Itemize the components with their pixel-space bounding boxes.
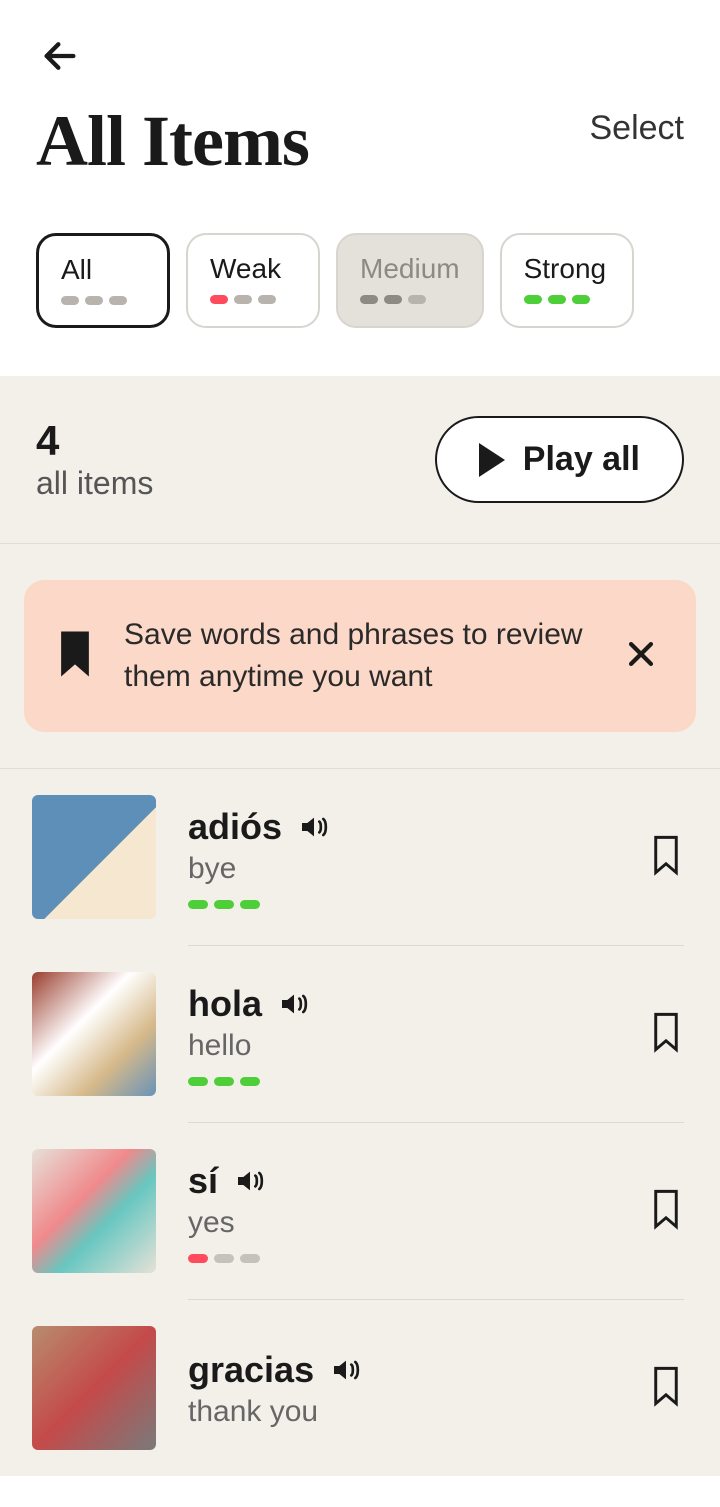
filter-all[interactable]: All <box>36 233 170 328</box>
play-all-label: Play all <box>523 440 640 479</box>
list-item[interactable]: adiós bye <box>0 769 720 945</box>
play-all-button[interactable]: Play all <box>435 416 684 503</box>
item-translation: yes <box>188 1206 616 1240</box>
filter-label: Medium <box>360 253 460 285</box>
strength-indicator <box>210 295 296 304</box>
item-image <box>32 795 156 919</box>
bookmark-icon <box>648 1010 684 1054</box>
bookmark-icon <box>648 833 684 877</box>
audio-button[interactable] <box>330 1354 362 1386</box>
audio-button[interactable] <box>278 988 310 1020</box>
bookmark-icon <box>648 1364 684 1408</box>
filter-label: Strong <box>524 253 610 285</box>
filter-medium[interactable]: Medium <box>336 233 484 328</box>
bookmark-filled-icon <box>54 628 96 685</box>
item-translation: thank you <box>188 1395 616 1429</box>
speaker-icon <box>234 1165 266 1197</box>
bookmark-button[interactable] <box>648 1010 684 1059</box>
close-icon <box>624 637 658 671</box>
strength-indicator <box>524 295 610 304</box>
play-icon <box>479 443 505 477</box>
speaker-icon <box>330 1354 362 1386</box>
item-list: adiós bye hola <box>0 769 720 1476</box>
item-image <box>32 1326 156 1450</box>
list-item[interactable]: gracias thank you <box>0 1300 720 1476</box>
audio-button[interactable] <box>234 1165 266 1197</box>
list-item[interactable]: sí yes <box>0 1123 720 1299</box>
audio-button[interactable] <box>298 811 330 843</box>
bookmark-icon <box>648 1187 684 1231</box>
item-count: 4 <box>36 417 153 465</box>
item-count-label: all items <box>36 465 153 502</box>
item-image <box>32 1149 156 1273</box>
filter-label: Weak <box>210 253 296 285</box>
item-image <box>32 972 156 1096</box>
item-translation: bye <box>188 852 616 886</box>
strength-indicator <box>188 1077 616 1086</box>
item-word: hola <box>188 983 262 1025</box>
item-word: adiós <box>188 806 282 848</box>
filter-strong[interactable]: Strong <box>500 233 634 328</box>
bookmark-button[interactable] <box>648 1364 684 1413</box>
speaker-icon <box>278 988 310 1020</box>
item-word: sí <box>188 1160 218 1202</box>
tip-banner: Save words and phrases to review them an… <box>24 580 696 732</box>
select-button[interactable]: Select <box>590 109 685 148</box>
strength-indicator <box>188 1254 616 1263</box>
bookmark-button[interactable] <box>648 1187 684 1236</box>
item-word: gracias <box>188 1349 314 1391</box>
back-button[interactable] <box>36 32 84 80</box>
item-translation: hello <box>188 1029 616 1063</box>
filter-weak[interactable]: Weak <box>186 233 320 328</box>
strength-indicator <box>61 296 145 305</box>
strength-indicator <box>188 900 616 909</box>
tip-text: Save words and phrases to review them an… <box>124 614 588 698</box>
speaker-icon <box>298 811 330 843</box>
list-item[interactable]: hola hello <box>0 946 720 1122</box>
arrow-left-icon <box>40 36 80 76</box>
strength-indicator <box>360 295 460 304</box>
page-title: All Items <box>36 105 309 177</box>
filter-tabs: All Weak Medium Strong <box>0 177 720 376</box>
filter-label: All <box>61 254 145 286</box>
bookmark-button[interactable] <box>648 833 684 882</box>
tip-close-button[interactable] <box>616 629 666 684</box>
